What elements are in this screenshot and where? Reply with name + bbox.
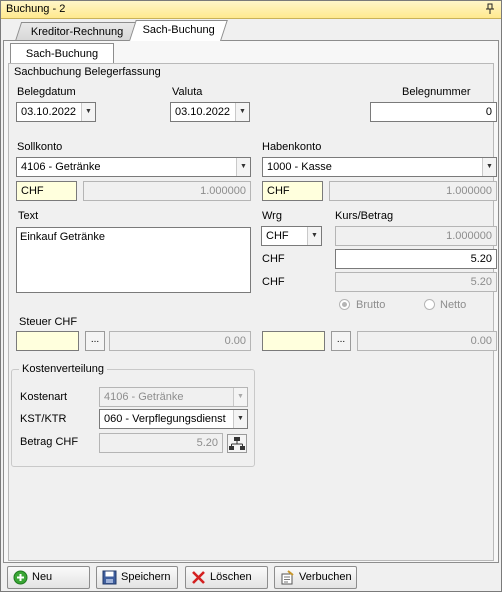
tab-sach-buchung[interactable]: Sach-Buchung — [129, 20, 228, 41]
steuer-amount-right: 0.00 — [357, 331, 497, 351]
sollkonto-value: 4106 - Getränke — [21, 161, 101, 173]
kostenart-label: Kostenart — [20, 391, 68, 403]
group-title: Sachbuchung Belegerfassung — [14, 66, 161, 78]
chevron-down-icon[interactable]: ▼ — [482, 158, 496, 176]
habenkonto-currency[interactable]: CHF — [262, 181, 323, 201]
wrg-label: Wrg — [262, 210, 282, 222]
main-tabs: Kreditor-Rechnung Sach-Buchung — [1, 19, 501, 41]
hierarchy-icon — [229, 437, 245, 450]
neu-label: Neu — [32, 571, 53, 583]
form-panel — [8, 63, 494, 561]
betrag-base-input: 5.20 — [335, 272, 497, 292]
kosten-betrag-label: Betrag CHF — [20, 436, 79, 448]
betrag-label-2: CHF — [262, 276, 285, 288]
loeschen-button[interactable]: Löschen — [185, 566, 268, 589]
kostenverteilung-title: Kostenverteilung — [19, 363, 107, 375]
netto-label: Netto — [440, 299, 467, 311]
habenkonto-rate: 1.000000 — [329, 181, 497, 201]
betrag-input[interactable]: 5.20 — [335, 249, 497, 269]
add-icon — [13, 570, 28, 585]
sollkonto-currency[interactable]: CHF — [16, 181, 77, 201]
booking-window: Buchung - 2 Kreditor-Rechnung Sach-Buchu… — [0, 0, 502, 592]
steuer-code-left[interactable] — [16, 331, 79, 351]
sollkonto-label: Sollkonto — [17, 141, 63, 153]
chevron-down-icon: ▼ — [233, 388, 247, 406]
habenkonto-value: 1000 - Kasse — [267, 161, 332, 173]
delete-icon — [192, 571, 205, 584]
title-bar: Buchung - 2 — [1, 1, 501, 19]
belegnummer-input[interactable]: 0 — [370, 102, 497, 122]
kosten-betrag-input: 5.20 — [99, 433, 223, 453]
chevron-down-icon[interactable]: ▼ — [236, 158, 250, 176]
chevron-down-icon[interactable]: ▼ — [233, 410, 247, 428]
brutto-label: Brutto — [356, 299, 386, 311]
speichern-button[interactable]: Speichern — [96, 566, 178, 589]
chevron-down-icon[interactable]: ▼ — [81, 103, 95, 121]
distribution-tree-button[interactable] — [227, 434, 247, 453]
tab-kreditor-rechnung[interactable]: Kreditor-Rechnung — [15, 22, 140, 41]
verbuchen-button[interactable]: Verbuchen — [274, 566, 357, 589]
neu-button[interactable]: Neu — [7, 566, 90, 589]
belegdatum-value: 03.10.2022 — [21, 106, 77, 118]
kostenart-value: 4106 - Getränke — [104, 391, 184, 403]
chevron-down-icon[interactable]: ▼ — [235, 103, 249, 121]
footer-toolbar: Neu Speichern Löschen Verbuchen — [1, 563, 501, 591]
habenkonto-label: Habenkonto — [262, 141, 322, 153]
belegdatum-label: Belegdatum — [17, 86, 76, 98]
tab-label: Kreditor-Rechnung — [30, 26, 124, 38]
steuer-amount-left: 0.00 — [109, 331, 251, 351]
subtab-sach-buchung[interactable]: Sach-Buchung — [10, 43, 114, 64]
window-title: Buchung - 2 — [6, 3, 66, 15]
valuta-picker[interactable]: 03.10.2022 ▼ — [170, 102, 250, 122]
kurs-input: 1.000000 — [335, 226, 497, 246]
save-icon — [102, 570, 117, 585]
verbuchen-label: Verbuchen — [299, 571, 352, 583]
text-input[interactable]: Einkauf Getränke — [16, 227, 251, 293]
kurs-label: Kurs/Betrag — [335, 210, 394, 222]
netto-radio[interactable] — [424, 299, 435, 310]
belegdatum-picker[interactable]: 03.10.2022 ▼ — [16, 102, 96, 122]
kst-select[interactable]: 060 - Verpflegungsdienst ▼ — [99, 409, 248, 429]
chevron-down-icon[interactable]: ▼ — [307, 227, 321, 245]
pin-icon[interactable] — [485, 3, 495, 17]
text-label: Text — [18, 210, 39, 222]
sollkonto-rate: 1.000000 — [83, 181, 251, 201]
kst-value: 060 - Verpflegungsdienst — [104, 413, 226, 425]
wrg-value: CHF — [266, 230, 289, 242]
kst-label: KST/KTR — [20, 413, 67, 425]
brutto-radio[interactable] — [339, 299, 350, 310]
sollkonto-select[interactable]: 4106 - Getränke ▼ — [16, 157, 251, 177]
valuta-label: Valuta — [172, 86, 203, 98]
steuer-lookup-button-right[interactable]: ... — [331, 331, 351, 351]
steuer-code-right[interactable] — [262, 331, 325, 351]
tab-label: Sach-Buchung — [142, 24, 215, 36]
loeschen-label: Löschen — [210, 571, 252, 583]
post-ledger-icon — [281, 570, 294, 585]
kostenart-select: 4106 - Getränke ▼ — [99, 387, 248, 407]
betrag-label-1: CHF — [262, 253, 285, 265]
steuer-label: Steuer CHF — [19, 316, 78, 328]
wrg-select[interactable]: CHF ▼ — [261, 226, 322, 246]
steuer-lookup-button-left[interactable]: ... — [85, 331, 105, 351]
belegnummer-label: Belegnummer — [402, 86, 471, 98]
speichern-label: Speichern — [121, 571, 171, 583]
habenkonto-select[interactable]: 1000 - Kasse ▼ — [262, 157, 497, 177]
valuta-value: 03.10.2022 — [175, 106, 231, 118]
